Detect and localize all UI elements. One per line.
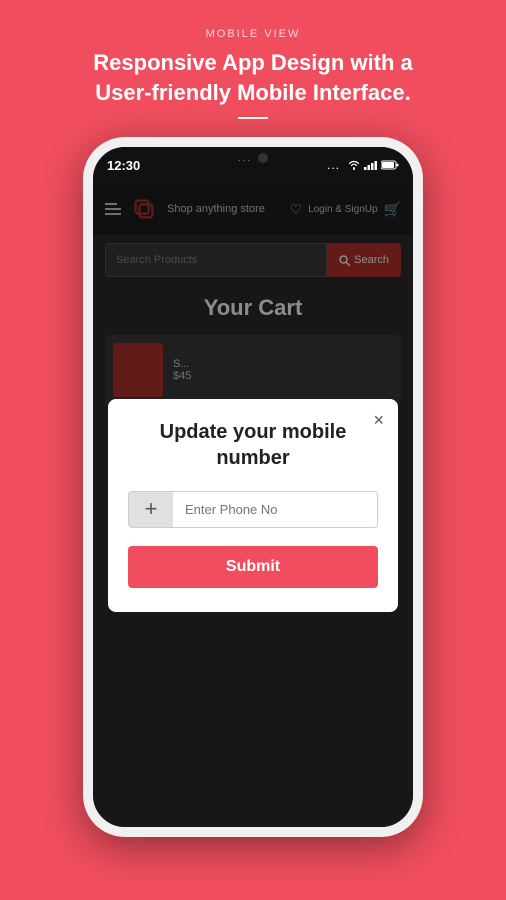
notch-dots: ...: [238, 153, 252, 164]
phone-number-input[interactable]: [173, 492, 377, 527]
status-icons: ...: [327, 158, 399, 172]
modal-overlay: × Update your mobile number + Submit: [93, 183, 413, 827]
modal-box: × Update your mobile number + Submit: [108, 399, 398, 612]
battery-icon: [381, 160, 399, 170]
headline: Responsive App Design with a User-friend…: [93, 48, 413, 107]
phone-prefix-button[interactable]: +: [129, 492, 173, 527]
phone-frame: 12:30 ... ...: [83, 137, 423, 837]
divider: [238, 117, 268, 119]
app-screen: Shop anything store ♡ Login & SignUp 🛒 S…: [93, 183, 413, 827]
camera-dot: [258, 153, 268, 163]
time-display: 12:30: [107, 158, 140, 173]
submit-button[interactable]: Submit: [128, 546, 378, 588]
wifi-icon: [347, 160, 361, 170]
status-bar: 12:30 ... ...: [93, 147, 413, 183]
mobile-view-label: MOBILE VIEW: [93, 28, 413, 40]
phone-input-row: +: [128, 491, 378, 528]
signal-icon: [364, 160, 378, 170]
signal-dots: ...: [327, 158, 340, 172]
header-section: MOBILE VIEW Responsive App Design with a…: [93, 28, 413, 137]
modal-close-button[interactable]: ×: [373, 411, 384, 429]
modal-title: Update your mobile number: [128, 419, 378, 471]
notch: ...: [203, 147, 303, 169]
